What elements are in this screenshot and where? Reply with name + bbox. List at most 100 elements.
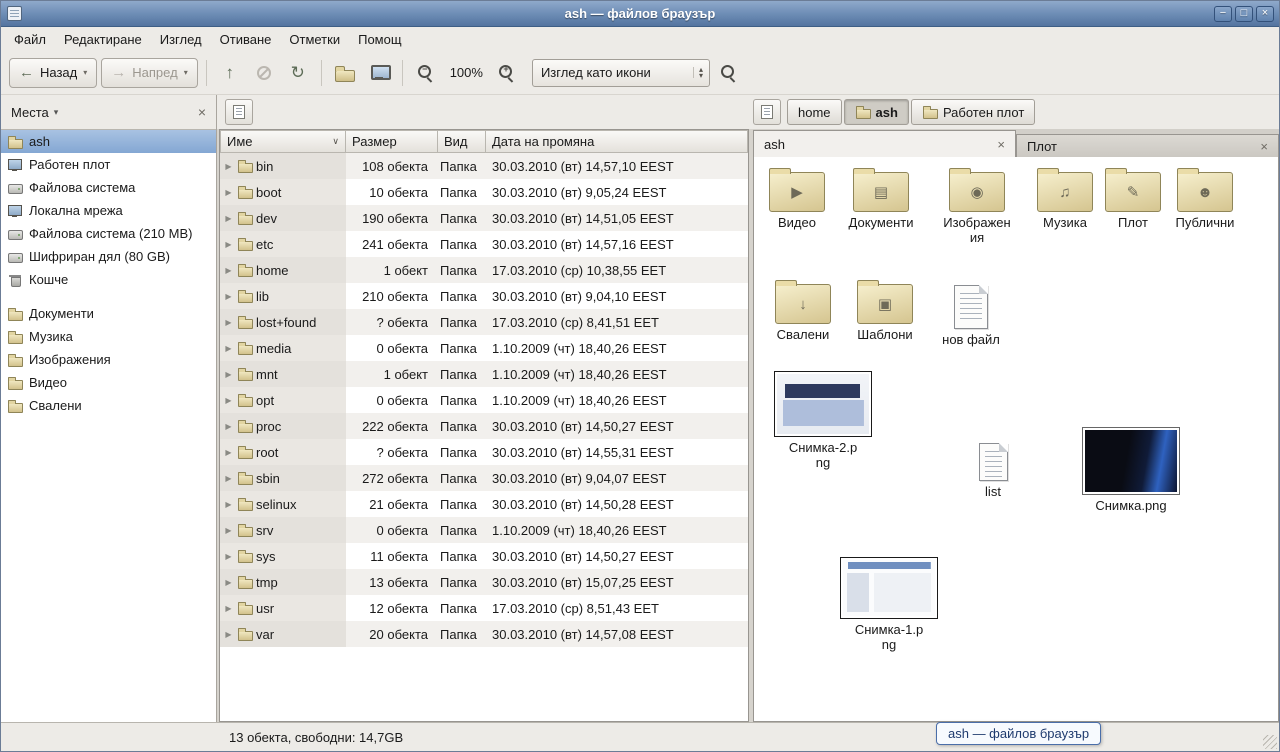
- table-row[interactable]: ▶ opt 0 обекта Папка 1.10.2009 (чт) 18,4…: [220, 387, 748, 413]
- forward-button[interactable]: → Напред ▾: [101, 58, 197, 88]
- zoom-in-button[interactable]: +: [492, 58, 522, 88]
- expander-icon[interactable]: ▶: [223, 422, 234, 431]
- expander-icon[interactable]: ▶: [223, 214, 234, 223]
- expander-icon[interactable]: ▶: [223, 318, 234, 327]
- up-button[interactable]: ↑: [215, 58, 245, 88]
- sidebar-item[interactable]: Видео: [1, 371, 216, 394]
- expander-icon[interactable]: ▶: [223, 162, 234, 171]
- sidebar-item[interactable]: Документи: [1, 302, 216, 325]
- path-segment-button[interactable]: home: [787, 99, 842, 125]
- sidebar-item[interactable]: Шифриран дял (80 GB): [1, 245, 216, 268]
- view-mode-select[interactable]: Изглед като икони ▴▾: [532, 59, 710, 87]
- table-row[interactable]: ▶ var 20 обекта Папка 30.03.2010 (вт) 14…: [220, 621, 748, 647]
- expander-icon[interactable]: ▶: [223, 240, 234, 249]
- expander-icon[interactable]: ▶: [223, 370, 234, 379]
- places-selector[interactable]: Места: [11, 105, 49, 120]
- column-header-type[interactable]: Вид: [438, 130, 486, 153]
- table-row[interactable]: ▶ bin 108 обекта Папка 30.03.2010 (вт) 1…: [220, 153, 748, 179]
- back-dropdown-icon[interactable]: ▾: [83, 68, 87, 77]
- table-row[interactable]: ▶ tmp 13 обекта Папка 30.03.2010 (вт) 15…: [220, 569, 748, 595]
- expander-icon[interactable]: ▶: [223, 604, 234, 613]
- icon-view-item[interactable]: нов файл: [932, 281, 1010, 348]
- expander-icon[interactable]: ▶: [223, 344, 234, 353]
- titlebar[interactable]: ash — файлов браузър − □ ×: [1, 1, 1279, 27]
- table-row[interactable]: ▶ lib 210 обекта Папка 30.03.2010 (вт) 9…: [220, 283, 748, 309]
- menu-item[interactable]: Файл: [5, 29, 55, 50]
- icon-view[interactable]: ▶ Видео ▤ Документи ◉ Изображения ♫ Музи…: [753, 157, 1279, 722]
- search-button[interactable]: [714, 58, 744, 88]
- table-row[interactable]: ▶ selinux 21 обекта Папка 30.03.2010 (вт…: [220, 491, 748, 517]
- table-row[interactable]: ▶ media 0 обекта Папка 1.10.2009 (чт) 18…: [220, 335, 748, 361]
- zoom-out-button[interactable]: −: [411, 58, 441, 88]
- sidebar-item[interactable]: Файлова система: [1, 176, 216, 199]
- pane-location-toggle-button[interactable]: [753, 99, 781, 125]
- maximize-button[interactable]: □: [1235, 6, 1253, 22]
- table-row[interactable]: ▶ etc 241 обекта Папка 30.03.2010 (вт) 1…: [220, 231, 748, 257]
- icon-view-item[interactable]: Снимка.png: [1076, 425, 1186, 514]
- sidebar-item[interactable]: Локална мрежа: [1, 199, 216, 222]
- expander-icon[interactable]: ▶: [223, 188, 234, 197]
- table-row[interactable]: ▶ lost+found ? обекта Папка 17.03.2010 (…: [220, 309, 748, 335]
- expander-icon[interactable]: ▶: [223, 526, 234, 535]
- sidebar-item[interactable]: Свалени: [1, 394, 216, 417]
- expander-icon[interactable]: ▶: [223, 500, 234, 509]
- icon-view-item[interactable]: ☻ Публични: [1166, 165, 1244, 231]
- reload-button[interactable]: ↻: [283, 58, 313, 88]
- expander-icon[interactable]: ▶: [223, 474, 234, 483]
- path-segment-button[interactable]: Работен плот: [911, 99, 1035, 125]
- expander-icon[interactable]: ▶: [223, 292, 234, 301]
- icon-view-item[interactable]: ↓ Свалени: [764, 277, 842, 343]
- tab-close-icon[interactable]: ×: [1260, 139, 1268, 154]
- path-segment-button[interactable]: ash: [844, 99, 909, 125]
- minimize-button[interactable]: −: [1214, 6, 1232, 22]
- table-row[interactable]: ▶ sys 11 обекта Папка 30.03.2010 (вт) 14…: [220, 543, 748, 569]
- close-button[interactable]: ×: [1256, 6, 1274, 22]
- icon-view-item[interactable]: ▶ Видео: [758, 165, 836, 231]
- column-header-size[interactable]: Размер: [346, 130, 438, 153]
- table-row[interactable]: ▶ dev 190 обекта Папка 30.03.2010 (вт) 1…: [220, 205, 748, 231]
- sidebar-item[interactable]: Кошче: [1, 268, 216, 291]
- tab[interactable]: ash ×: [753, 130, 1016, 157]
- table-row[interactable]: ▶ sbin 272 обекта Папка 30.03.2010 (вт) …: [220, 465, 748, 491]
- home-button[interactable]: [330, 58, 360, 88]
- expander-icon[interactable]: ▶: [223, 578, 234, 587]
- expander-icon[interactable]: ▶: [223, 266, 234, 275]
- column-header-name[interactable]: Име ∨: [220, 130, 346, 153]
- table-row[interactable]: ▶ home 1 обект Папка 17.03.2010 (ср) 10,…: [220, 257, 748, 283]
- expander-icon[interactable]: ▶: [223, 552, 234, 561]
- sidebar-item[interactable]: Работен плот: [1, 153, 216, 176]
- table-row[interactable]: ▶ usr 12 обекта Папка 17.03.2010 (ср) 8,…: [220, 595, 748, 621]
- tab[interactable]: Плот ×: [1016, 134, 1279, 157]
- expander-icon[interactable]: ▶: [223, 396, 234, 405]
- sidebar-item[interactable]: Файлова система (210 MB): [1, 222, 216, 245]
- menu-item[interactable]: Отиване: [211, 29, 281, 50]
- icon-view-item[interactable]: ◉ Изображения: [938, 165, 1016, 246]
- table-row[interactable]: ▶ proc 222 обекта Папка 30.03.2010 (вт) …: [220, 413, 748, 439]
- icon-view-item[interactable]: ✎ Плот: [1094, 165, 1172, 231]
- tab-close-icon[interactable]: ×: [997, 137, 1005, 152]
- expander-icon[interactable]: ▶: [223, 630, 234, 639]
- icon-view-item[interactable]: ▤ Документи: [842, 165, 920, 231]
- sidebar-item[interactable]: Музика: [1, 325, 216, 348]
- expander-icon[interactable]: ▶: [223, 448, 234, 457]
- table-row[interactable]: ▶ root ? обекта Папка 30.03.2010 (вт) 14…: [220, 439, 748, 465]
- location-toggle-button[interactable]: [225, 99, 253, 125]
- sidebar-item[interactable]: ash: [1, 130, 216, 153]
- icon-view-item[interactable]: list: [954, 439, 1032, 500]
- table-row[interactable]: ▶ boot 10 обекта Папка 30.03.2010 (вт) 9…: [220, 179, 748, 205]
- resize-grip[interactable]: [1263, 735, 1277, 749]
- menu-item[interactable]: Помощ: [349, 29, 410, 50]
- icon-view-item[interactable]: ▣ Шаблони: [846, 277, 924, 343]
- menu-item[interactable]: Отметки: [280, 29, 349, 50]
- chevron-down-icon[interactable]: ▾: [54, 107, 59, 118]
- computer-button[interactable]: [364, 58, 394, 88]
- menu-item[interactable]: Редактиране: [55, 29, 151, 50]
- back-button[interactable]: ← Назад ▾: [9, 58, 97, 88]
- sidebar-item[interactable]: Изображения: [1, 348, 216, 371]
- table-row[interactable]: ▶ srv 0 обекта Папка 1.10.2009 (чт) 18,4…: [220, 517, 748, 543]
- icon-view-item[interactable]: Снимка-1.png: [834, 555, 944, 653]
- stop-button[interactable]: [249, 58, 279, 88]
- table-row[interactable]: ▶ mnt 1 обект Папка 1.10.2009 (чт) 18,40…: [220, 361, 748, 387]
- icon-view-item[interactable]: Снимка-2.png: [768, 369, 878, 471]
- sidebar-close-icon[interactable]: ×: [194, 104, 210, 120]
